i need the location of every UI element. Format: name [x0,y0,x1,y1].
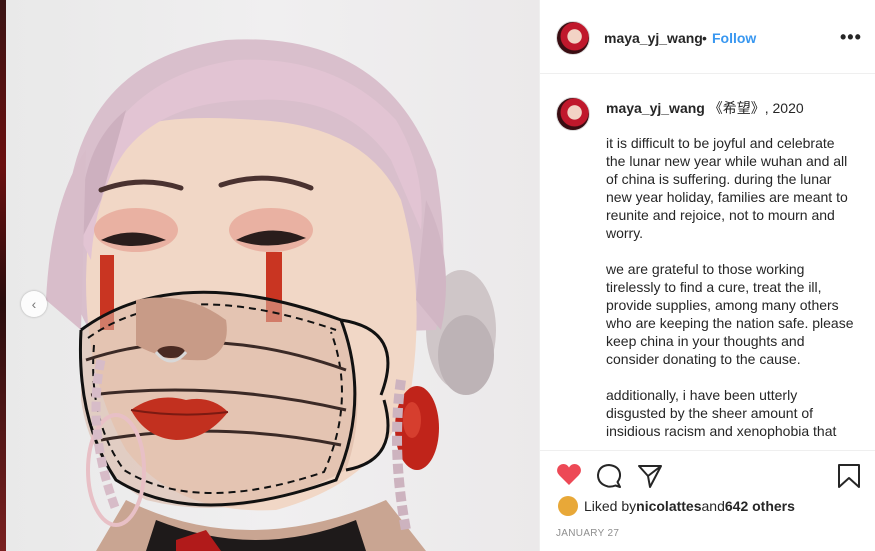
caption-username-link[interactable]: maya_yj_wang [606,100,705,116]
separator-dot: • [702,30,707,46]
comment-icon[interactable] [596,463,622,494]
post-image-illustration [46,39,496,551]
chevron-left-icon: ‹ [31,296,37,312]
post-photo[interactable]: ‹ [6,0,539,551]
avatar[interactable] [556,21,590,55]
heart-icon[interactable] [556,463,582,492]
caption-scroll-area[interactable]: maya_yj_wang 《希望》, 2020 it is difficult … [540,74,875,450]
more-options-icon[interactable]: ••• [840,28,862,46]
previous-image-button[interactable]: ‹ [21,291,47,317]
post-date[interactable]: JANUARY 27 [556,528,619,539]
liker-username-link[interactable]: nicolattes [636,498,701,514]
caption-text: it is difficult to be joyful and celebra… [606,134,856,450]
share-icon[interactable] [637,463,663,494]
follow-button[interactable]: Follow [712,30,756,46]
username-link[interactable]: maya_yj_wang [604,30,703,46]
likes-summary[interactable]: Liked by nicolattes and 642 others [558,496,795,516]
caption-paragraph: it is difficult to be joyful and celebra… [606,135,848,241]
likes-prefix: Liked by [584,498,637,514]
likes-count-link[interactable]: 642 others [725,498,795,514]
bookmark-icon[interactable] [837,463,861,494]
post-header: maya_yj_wang • Follow ••• [540,0,875,74]
caption-title: 《希望》, 2020 [704,100,804,116]
caption-paragraph: additionally, i have been utterly disgus… [606,387,837,439]
post-details-panel: maya_yj_wang • Follow ••• maya_yj_wang 《… [539,0,875,551]
liker-avatar [558,496,578,516]
caption-paragraph: we are grateful to those working tireles… [606,261,854,367]
post-actions: Liked by nicolattes and 642 others JANUA… [540,450,875,551]
caption-heading: maya_yj_wang 《希望》, 2020 [606,98,804,118]
likes-middle: and [701,498,725,514]
caption-avatar[interactable] [556,97,590,131]
